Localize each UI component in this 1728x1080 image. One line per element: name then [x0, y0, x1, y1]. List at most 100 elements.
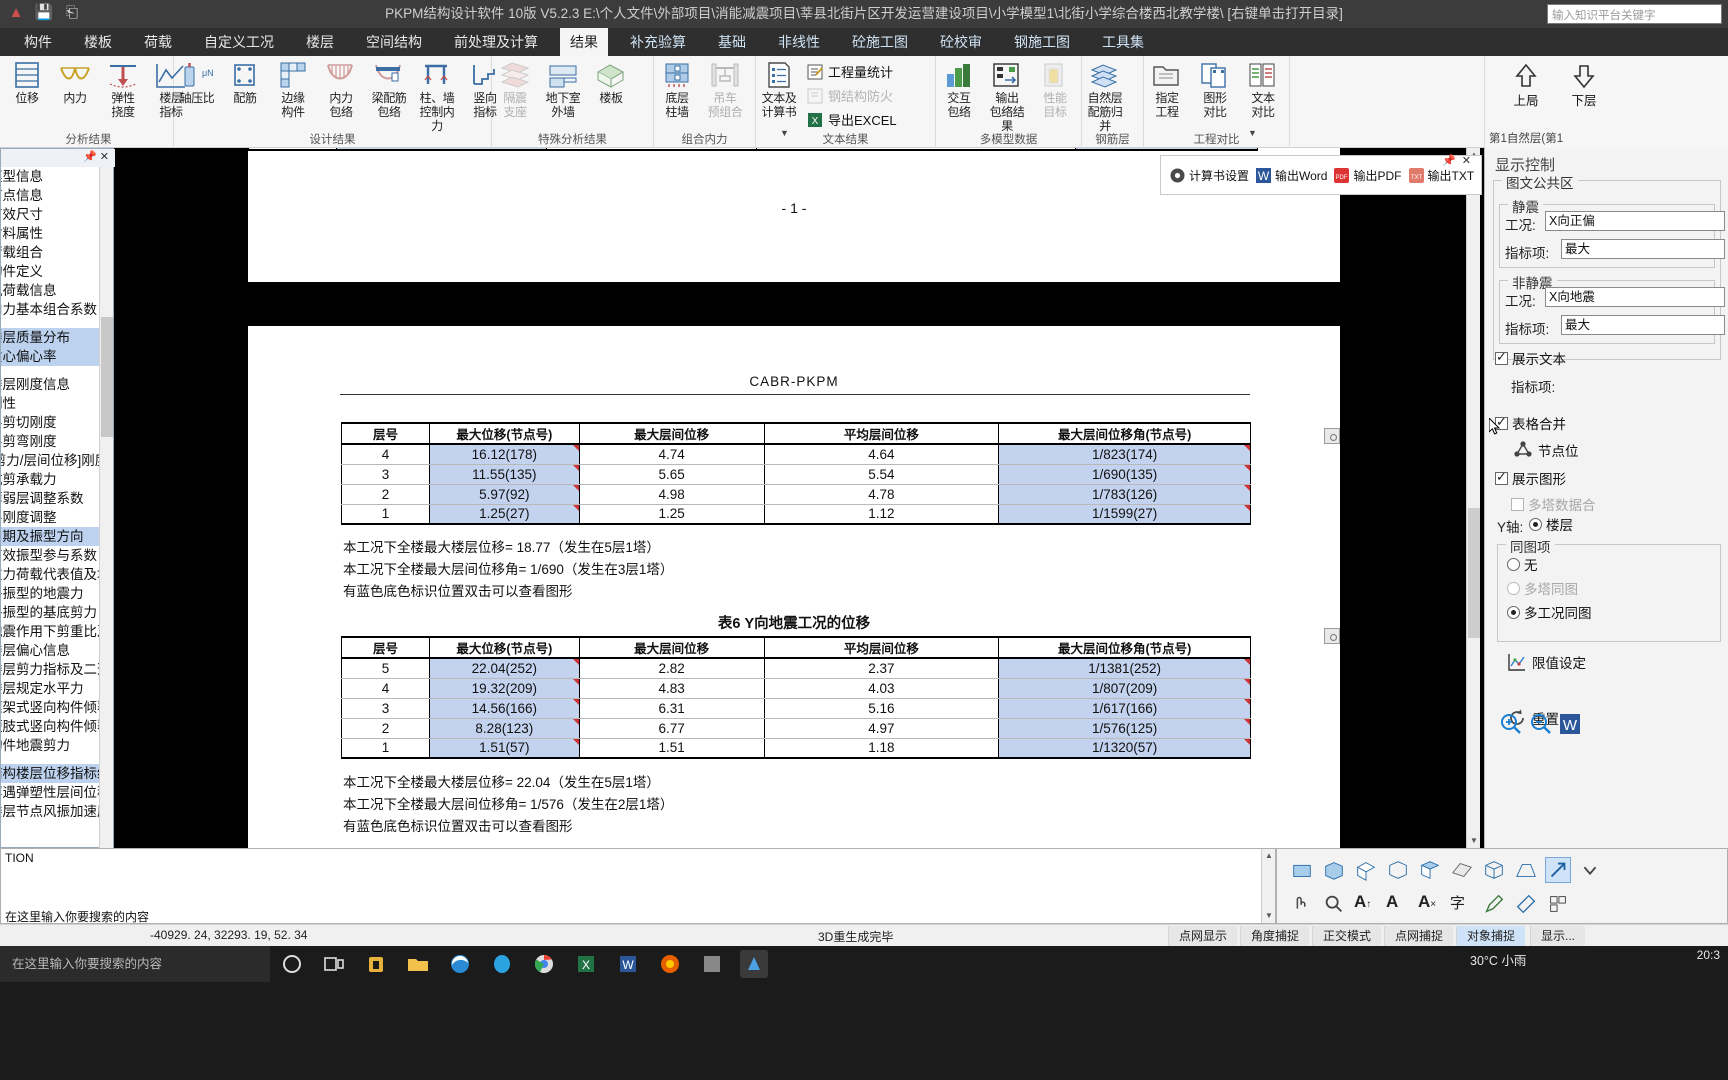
zoom-out-icon[interactable] — [1529, 712, 1553, 736]
table-cell-highlight[interactable]: 1/807(209) — [998, 678, 1251, 699]
text-bigger-button[interactable] — [1577, 857, 1603, 883]
table-cell-highlight[interactable]: 1/690(135) — [998, 464, 1251, 485]
tree-item-21[interactable]: 有效振型参与系数 — [1, 546, 101, 565]
scroll-down-icon[interactable]: ▼ — [1467, 834, 1480, 848]
table-cell-highlight[interactable]: 1/1320(57) — [998, 738, 1251, 759]
table-cell-highlight[interactable]: 11.55(135) — [428, 464, 580, 485]
status-button-display[interactable]: 显示... — [1530, 926, 1586, 946]
same-chart-multitower-radio[interactable]: 多塔同图 — [1507, 578, 1578, 598]
same-chart-none-radio[interactable]: 无 — [1507, 554, 1538, 574]
tree-scrollbar-thumb[interactable] — [101, 317, 113, 437]
menu-tab-6[interactable]: 前处理及计算 — [444, 28, 548, 56]
ribbon-button-force-envelope-icon[interactable]: 内力 包络 — [320, 60, 362, 119]
view-bottom-button[interactable] — [1385, 857, 1411, 883]
tree-item-22[interactable]: 重力荷载代表值及地震力 — [1, 565, 101, 584]
view-wire-button[interactable] — [1481, 857, 1507, 883]
tree-item-14[interactable]: 层剪切刚度 — [1, 413, 101, 432]
table-cell-highlight[interactable]: 19.32(209) — [428, 678, 580, 699]
show-graph-checkbox[interactable]: 展示图形 — [1495, 468, 1566, 488]
text-style-button[interactable]: 字 — [1449, 891, 1475, 917]
zoom-in-icon[interactable] — [1499, 712, 1523, 736]
menu-tab-8[interactable]: 补充验算 — [620, 28, 696, 56]
word-icon[interactable]: W — [1559, 713, 1581, 735]
dynamic-index-combo[interactable]: 最大 — [1561, 315, 1725, 335]
tree-item-13[interactable]: 刚性 — [1, 394, 101, 413]
tree-item-0[interactable]: 模型信息 — [1, 167, 101, 186]
scroll-up-icon[interactable]: ▲ — [1262, 849, 1276, 863]
menu-tab-5[interactable]: 空间结构 — [356, 28, 432, 56]
ribbon-button-steel-fireproof-icon[interactable]: 钢结构防火 — [806, 86, 893, 105]
firefox-icon[interactable] — [656, 950, 684, 978]
menu-tab-1[interactable]: 楼板 — [74, 28, 122, 56]
status-button-grid-display[interactable]: 点网显示 — [1168, 926, 1238, 946]
taskbar-weather[interactable]: 30°C 小雨 — [1470, 950, 1526, 969]
menu-tab-2[interactable]: 荷载 — [134, 28, 182, 56]
export-toolbar-controls[interactable]: 📌✕ — [1442, 154, 1477, 167]
font-increase-button[interactable]: A↑ — [1353, 891, 1379, 917]
tree-item-1[interactable]: 节点信息 — [1, 186, 101, 205]
table5-resize-handle[interactable] — [1324, 428, 1340, 444]
explorer-icon[interactable] — [404, 950, 432, 978]
ribbon-button-interactive-envelope-icon[interactable]: 交互 包络 — [938, 60, 980, 119]
tree-item-18[interactable]: 薄弱层调整系数 — [1, 489, 101, 508]
tree-item-6[interactable]: 风荷载信息 — [1, 281, 101, 300]
table-cell-highlight[interactable]: 1/1381(252) — [998, 658, 1251, 679]
magnify-button[interactable] — [1321, 891, 1347, 917]
view-perspective-button[interactable] — [1513, 857, 1539, 883]
ribbon-button-text-compare-icon[interactable]: 文本 对比 — [1242, 60, 1284, 119]
tree-item-24[interactable]: 各振型的基底剪力 — [1, 603, 101, 622]
document-view[interactable]: 5 16.44(221) 2.66 2.48 1/19 - 1 - CABR-P… — [118, 148, 1480, 848]
menu-tab-11[interactable]: 砼施工图 — [842, 28, 918, 56]
task-view-icon[interactable] — [320, 950, 348, 978]
ribbon-down-floor-button[interactable]: 下层 — [1561, 62, 1607, 109]
measure-button[interactable] — [1513, 891, 1539, 917]
ribbon-button-column-wall-force-icon[interactable]: 柱、墙 控制内力 — [416, 60, 458, 133]
tree-item-28[interactable]: 楼层规定水平力 — [1, 679, 101, 698]
show-text-checkbox[interactable]: 展示文本 — [1495, 348, 1566, 368]
tree-item-35[interactable]: 楼层节点风振加速度 — [1, 802, 101, 821]
knowledge-search-input[interactable]: 输入知识平台关键字 — [1547, 4, 1722, 24]
tree-item-3[interactable]: 材料属性 — [1, 224, 101, 243]
tree-item-9[interactable]: 楼层质量分布 — [1, 328, 101, 347]
excel-icon[interactable]: X — [572, 950, 600, 978]
tree-item-2[interactable]: 有效尺寸 — [1, 205, 101, 224]
node-displacement-button[interactable]: 节点位 — [1513, 440, 1579, 460]
ribbon-button-graphic-compare-icon[interactable]: 图形 对比 — [1194, 60, 1236, 119]
ribbon-button-quantity-stats-icon[interactable]: 工程量统计 — [806, 62, 893, 81]
menu-tab-4[interactable]: 楼层 — [296, 28, 344, 56]
more-view-button[interactable] — [1545, 891, 1571, 917]
word-icon[interactable]: W — [614, 950, 642, 978]
table-cell-highlight[interactable]: 1/576(125) — [998, 718, 1251, 739]
tree-item-25[interactable]: 地震作用下剪重比及其调整 — [1, 622, 101, 641]
menu-tab-14[interactable]: 工具集 — [1092, 28, 1154, 56]
tree-item-15[interactable]: 层剪弯刚度 — [1, 432, 101, 451]
analysis-result-tree[interactable]: 模型信息节点信息有效尺寸材料属性荷载组合构件定义风荷载信息内力基本组合系数楼层质… — [1, 167, 101, 849]
ribbon-button-axial-ratio-icon[interactable]: μN 轴压比 — [176, 60, 218, 105]
view-iso1-button[interactable] — [1321, 857, 1347, 883]
table-cell-highlight[interactable]: 8.28(123) — [428, 718, 580, 739]
status-button-angle-snap[interactable]: 角度捕捉 — [1240, 926, 1310, 946]
view-front-button[interactable] — [1289, 857, 1315, 883]
tree-item-5[interactable]: 构件定义 — [1, 262, 101, 281]
ribbon-button-elastic-deflection-icon[interactable]: 弹性 挠度 — [102, 60, 144, 119]
store-icon[interactable] — [362, 950, 390, 978]
view-plane-button[interactable] — [1449, 857, 1475, 883]
tree-item-31[interactable]: 构件地震剪力 — [1, 736, 101, 755]
table-cell-highlight[interactable]: 1/783(126) — [998, 484, 1251, 505]
table-cell-highlight[interactable]: 1/617(166) — [998, 698, 1251, 719]
ribbon-button-text-report-icon[interactable]: 文本及 计算书 — [758, 60, 800, 119]
table-merge-checkbox[interactable]: 表格合并 — [1495, 413, 1566, 433]
report-settings-button[interactable]: 计算书设置 — [1169, 167, 1249, 184]
status-button-ortho[interactable]: 正交模式 — [1312, 926, 1382, 946]
menu-tab-7[interactable]: 结果 — [560, 28, 608, 56]
taskbar-search-input[interactable]: 在这里输入你要搜索的内容 — [0, 946, 270, 982]
table-cell-highlight[interactable]: 14.56(166) — [428, 698, 580, 719]
tree-item-17[interactable]: 抗剪承载力 — [1, 470, 101, 489]
view-zoom-extents-button[interactable] — [1545, 857, 1571, 883]
export-txt-button[interactable]: TXT 输出TXT — [1408, 167, 1474, 184]
view-top-button[interactable] — [1353, 857, 1379, 883]
table-cell-highlight[interactable]: 5.97(92) — [428, 484, 580, 505]
menu-tab-13[interactable]: 钢施工图 — [1004, 28, 1080, 56]
ribbon-button-slab-icon[interactable]: 楼板 — [590, 60, 632, 105]
app-icon[interactable] — [698, 950, 726, 978]
